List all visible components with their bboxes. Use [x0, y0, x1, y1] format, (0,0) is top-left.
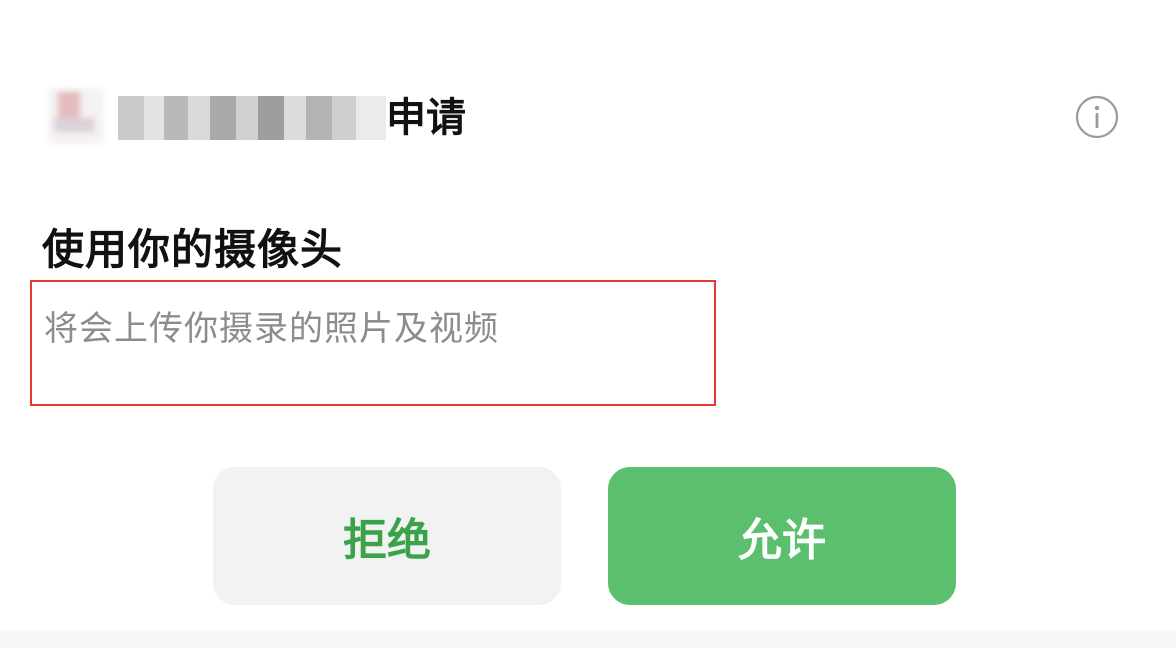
permission-title: 使用你的摄像头 [42, 225, 344, 274]
deny-button[interactable]: 拒绝 [213, 467, 561, 605]
app-name-redacted: ██████████ [118, 96, 386, 140]
highlight-box: 将会上传你摄录的照片及视频 [30, 280, 716, 406]
app-avatar [48, 88, 104, 144]
dialog-header: ██████████ 申请 [0, 70, 1176, 160]
app-name-text: ██████████ [118, 96, 386, 140]
bottom-divider [0, 630, 1176, 648]
allow-button[interactable]: 允许 [608, 467, 956, 605]
info-circle-icon[interactable] [1075, 95, 1119, 139]
permission-description: 将会上传你摄录的照片及视频 [44, 309, 499, 349]
permission-dialog: ██████████ 申请 使用你的摄像头 将会上传你摄录的照片及视频 拒绝 允… [0, 0, 1176, 648]
request-label: 申请 [386, 95, 466, 141]
